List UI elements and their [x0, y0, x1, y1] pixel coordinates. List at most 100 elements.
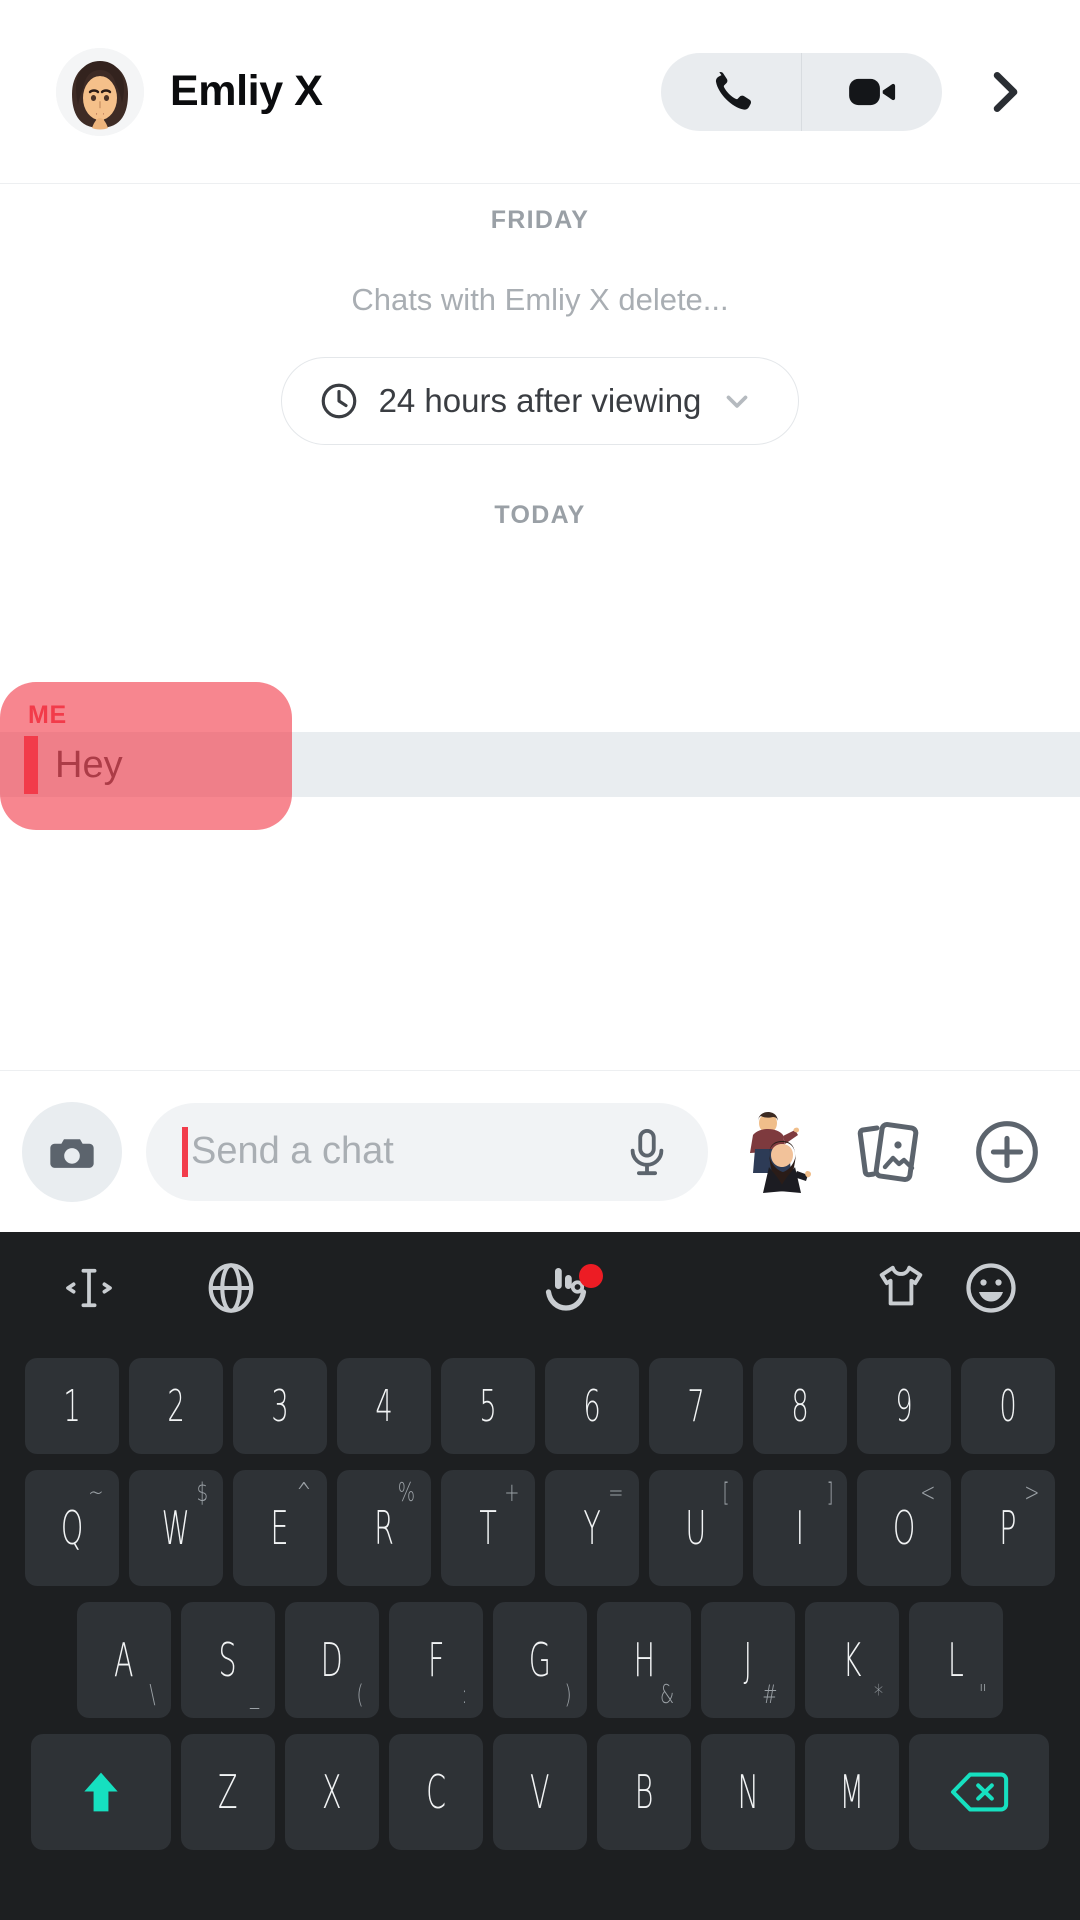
key-n[interactable]: N [701, 1734, 795, 1850]
key-j[interactable]: J # [701, 1602, 795, 1718]
key-label: J [743, 1633, 753, 1687]
chat-input-bar: Send a chat [0, 1070, 1080, 1232]
delete-timer-button[interactable]: 24 hours after viewing [280, 357, 800, 445]
key-p[interactable]: > P [961, 1470, 1055, 1586]
key-label: Y [583, 1501, 601, 1555]
key-sublabel: \ [149, 1680, 156, 1710]
key-label: C [426, 1765, 446, 1819]
shift-key[interactable] [31, 1734, 171, 1850]
key-label: Q [60, 1501, 84, 1555]
key-sublabel: ) [564, 1680, 572, 1710]
key-label: 6 [583, 1380, 601, 1432]
avatar-bitmoji-image [56, 47, 144, 136]
microphone-icon [630, 1128, 664, 1175]
video-camera-icon [849, 78, 896, 105]
key-3[interactable]: 3 [233, 1358, 327, 1454]
voice-note-button[interactable] [620, 1125, 674, 1179]
key-0[interactable]: 0 [961, 1358, 1055, 1454]
key-w[interactable]: $ W [129, 1470, 223, 1586]
key-4[interactable]: 4 [337, 1358, 431, 1454]
keyboard-logo-icon[interactable] [521, 1258, 611, 1318]
delete-timer-label: 24 hours after viewing [378, 382, 702, 419]
key-y[interactable]: = Y [545, 1470, 639, 1586]
key-f[interactable]: F: [389, 1602, 483, 1718]
key-l[interactable]: L " [909, 1602, 1003, 1718]
page-title: Emliy X [170, 67, 323, 115]
key-9[interactable]: 9 [857, 1358, 951, 1454]
backspace-key[interactable] [909, 1734, 1049, 1850]
key-x[interactable]: X [285, 1734, 379, 1850]
key-label: A [114, 1633, 134, 1687]
key-v[interactable]: V [493, 1734, 587, 1850]
key-r[interactable]: % R [337, 1470, 431, 1586]
key-8[interactable]: 8 [753, 1358, 847, 1454]
key-sublabel: + [504, 1478, 520, 1508]
clock-icon [321, 383, 356, 419]
contact-bitmoji-avatar[interactable] [56, 47, 144, 136]
key-sublabel: _ [249, 1680, 260, 1710]
add-attachment-button[interactable] [964, 1109, 1050, 1195]
key-sublabel: & [659, 1680, 674, 1710]
key-sublabel: [ [722, 1478, 730, 1508]
key-t[interactable]: + T [441, 1470, 535, 1586]
open-profile-button[interactable] [978, 65, 1032, 119]
key-e[interactable]: ^ E [233, 1470, 327, 1586]
key-s[interactable]: S _ [181, 1602, 275, 1718]
key-sublabel: ~ [88, 1478, 104, 1508]
shirt-glyph [879, 1265, 923, 1306]
key-m[interactable]: M [805, 1734, 899, 1850]
key-u[interactable]: [U [649, 1470, 743, 1586]
chat-input-field[interactable]: Send a chat [146, 1102, 708, 1201]
key-h[interactable]: H & [597, 1602, 691, 1718]
key-label: 9 [895, 1380, 913, 1432]
key-6[interactable]: 6 [545, 1358, 639, 1454]
key-2[interactable]: 2 [129, 1358, 223, 1454]
cursor-move-icon[interactable] [44, 1260, 134, 1316]
key-g[interactable]: G) [493, 1602, 587, 1718]
memories-button[interactable] [842, 1109, 934, 1195]
call-actions-pill [661, 52, 942, 131]
notification-badge [579, 1264, 603, 1288]
emoji-glyph [966, 1263, 1016, 1313]
key-label: N [737, 1765, 759, 1819]
key-q[interactable]: ~ Q [25, 1470, 119, 1586]
day-separator-friday: FRIDAY [490, 206, 590, 234]
key-1[interactable]: 1 [25, 1358, 119, 1454]
key-label: G [528, 1633, 552, 1687]
key-b[interactable]: B [597, 1734, 691, 1850]
key-k[interactable]: K * [805, 1602, 899, 1718]
camera-button[interactable] [22, 1101, 122, 1202]
conversation-area: FRIDAY Chats with Emliy X delete... 24 h… [0, 184, 1080, 1072]
emoji-face-icon[interactable] [946, 1258, 1036, 1318]
key-7[interactable]: 7 [649, 1358, 743, 1454]
key-a[interactable]: A \ [77, 1602, 171, 1718]
key-sublabel: " [978, 1680, 988, 1710]
keyboard-number-row: 1 2 3 4 5 6 7 8 9 0 [6, 1358, 1074, 1454]
keyboard-toolbar [0, 1232, 1080, 1344]
key-z[interactable]: Z [181, 1734, 275, 1850]
audio-call-button[interactable] [661, 53, 801, 131]
key-label: B [634, 1765, 654, 1819]
key-sublabel: * [873, 1680, 884, 1710]
plus-circle-icon [976, 1120, 1038, 1183]
theme-shirt-icon[interactable] [856, 1259, 946, 1317]
key-d[interactable]: D( [285, 1602, 379, 1718]
bitmoji-sticker-button[interactable] [730, 1109, 816, 1195]
key-5[interactable]: 5 [441, 1358, 535, 1454]
key-label: 5 [479, 1380, 497, 1432]
key-o[interactable]: < O [857, 1470, 951, 1586]
globe-language-icon[interactable] [186, 1259, 276, 1317]
key-c[interactable]: C [389, 1734, 483, 1850]
keyboard-rows: 1 2 3 4 5 6 7 8 9 0 ~ Q $ W ^ E % R + T = Y [U… [0, 1344, 1080, 1850]
key-i[interactable]: ] I [753, 1470, 847, 1586]
key-label: 2 [167, 1380, 185, 1432]
video-call-button[interactable] [802, 53, 942, 131]
key-label: H [633, 1633, 655, 1687]
keyboard-bottom-row: Z X C V B N M [6, 1734, 1074, 1850]
message-selection-highlight[interactable] [0, 682, 292, 830]
key-label: P [999, 1501, 1017, 1555]
key-sublabel: ] [826, 1478, 834, 1508]
key-label: D [321, 1633, 343, 1687]
backspace-icon [951, 1772, 1009, 1812]
key-sublabel: ^ [296, 1478, 312, 1508]
